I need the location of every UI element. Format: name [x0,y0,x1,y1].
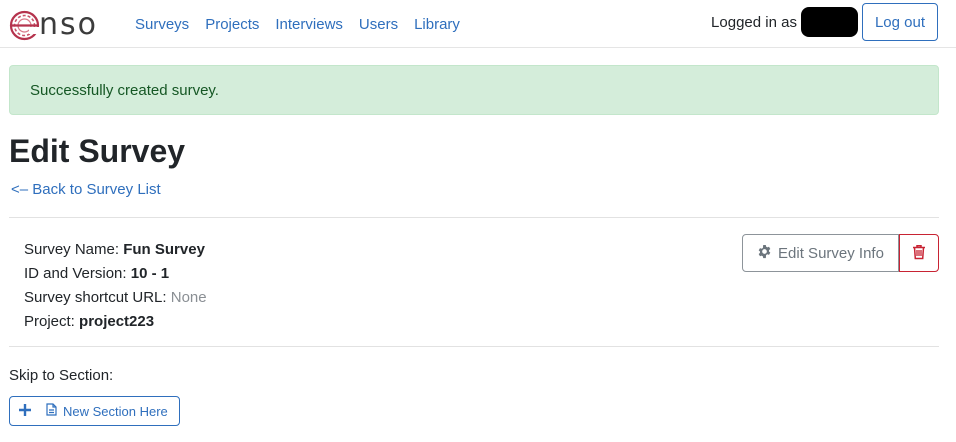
nav-projects[interactable]: Projects [205,16,259,33]
nav-library[interactable]: Library [414,16,460,33]
trash-icon [912,244,926,263]
nav-interviews[interactable]: Interviews [275,16,343,33]
survey-name-row: Survey Name: Fun Survey [24,238,207,262]
login-area: Logged in as Log out [711,3,938,41]
shortcut-url-row: Survey shortcut URL: None [24,286,207,310]
success-alert: Successfully created survey. [9,65,939,115]
plus-icon [18,403,32,420]
logout-button[interactable]: Log out [861,3,938,41]
shortcut-url-label: Survey shortcut URL: [24,289,167,306]
main-nav: Surveys Projects Interviews Users Librar… [135,16,476,33]
survey-name-value: Fun Survey [123,241,205,258]
survey-name-label: Survey Name: [24,241,120,258]
shortcut-url-value: None [170,289,207,306]
gear-icon [757,244,772,263]
username-redacted [800,7,858,37]
enso-logo[interactable]: nso [9,8,98,42]
id-version-value: 10 - 1 [130,265,170,282]
alert-message: Successfully created survey. [30,82,219,99]
project-row: Project: project223 [24,310,207,334]
document-icon [46,403,57,419]
delete-survey-button[interactable] [899,234,939,272]
nav-users[interactable]: Users [359,16,398,33]
id-version-row: ID and Version: 10 - 1 [24,262,207,286]
edit-survey-info-button[interactable]: Edit Survey Info [742,234,899,272]
logo-e-icon [9,10,40,41]
id-version-label: ID and Version: [24,265,127,282]
new-section-label: New Section Here [63,403,168,419]
survey-info: Survey Name: Fun Survey ID and Version: … [24,238,207,334]
nav-surveys[interactable]: Surveys [135,16,189,33]
project-label: Project: [24,313,75,330]
project-value: project223 [79,313,155,330]
skip-to-section-label: Skip to Section: [9,367,114,384]
logo-text: nso [39,7,98,42]
new-section-button[interactable]: New Section Here [9,396,180,426]
back-to-survey-list-link[interactable]: <– Back to Survey List [11,181,161,198]
page-title: Edit Survey [9,133,186,169]
divider [9,346,939,347]
logged-in-label: Logged in as [711,13,797,31]
edit-survey-info-label: Edit Survey Info [778,244,884,262]
divider [9,217,939,218]
navbar: nso Surveys Projects Interviews Users Li… [0,0,956,48]
